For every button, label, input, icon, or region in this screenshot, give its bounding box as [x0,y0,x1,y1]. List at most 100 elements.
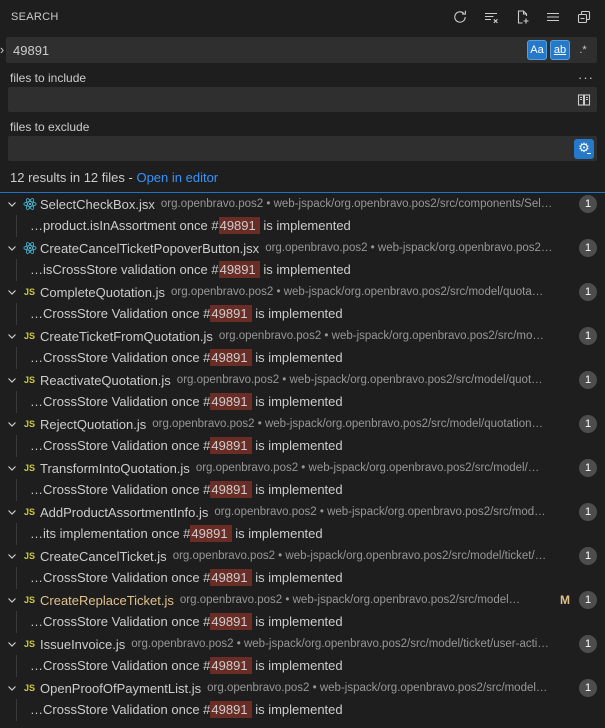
file-row[interactable]: JS TransformIntoQuotation.js org.openbra… [0,457,605,479]
git-decoration: M [560,593,570,607]
match-row[interactable]: …CrossStore Validation once #49891 is im… [0,655,605,677]
indent-guide [16,303,17,325]
search-row: › Aaab.* [0,37,597,63]
chevron-down-icon[interactable] [4,328,20,344]
indent-guide [16,699,17,721]
file-row[interactable]: JS CreateTicketFromQuotation.js org.open… [0,325,605,347]
file-path: org.openbravo.pos2 • web-jspack/org.open… [265,242,570,254]
match-row[interactable]: …its implementation once #49891 is imple… [0,523,605,545]
indent-guide [16,655,17,677]
match-row[interactable]: …CrossStore Validation once #49891 is im… [0,611,605,633]
file-row[interactable]: CreateCancelTicketPopoverButton.jsx org.… [0,237,605,259]
collapse-all-icon[interactable] [573,6,595,28]
match-row[interactable]: …CrossStore Validation once #49891 is im… [0,347,605,369]
files-to-exclude-input[interactable] [8,136,574,161]
file-name: ReactivateQuotation.js [40,373,171,388]
indent-guide [16,523,17,545]
file-row[interactable]: SelectCheckBox.jsx org.openbravo.pos2 • … [0,193,605,215]
file-name: AddProductAssortmentInfo.js [40,505,208,520]
match-row[interactable]: …CrossStore Validation once #49891 is im… [0,699,605,721]
js-file-icon: JS [21,504,38,520]
chevron-down-icon[interactable] [4,504,20,520]
match-after: is implemented [260,218,351,233]
match-row[interactable]: …isCrossStore validation once #49891 is … [0,259,605,281]
match-row[interactable]: …CrossStore Validation once #49891 is im… [0,435,605,457]
chevron-down-icon[interactable] [4,196,20,212]
match-before: …CrossStore Validation once # [30,482,210,497]
whole-word-toggle[interactable]: ab [550,40,570,60]
search-panel-header: SEARCH [0,0,605,34]
result-count-badge: 1 [579,415,597,433]
match-highlight: 49891 [210,481,251,498]
js-file-icon: JS [21,636,38,652]
js-file-icon: JS [21,416,38,432]
match-case-toggle[interactable]: Aa [527,40,547,60]
react-file-icon [21,240,38,256]
view-as-list-icon[interactable] [542,6,564,28]
js-file-icon: JS [21,328,38,344]
match-row[interactable]: …CrossStore Validation once #49891 is im… [0,567,605,589]
use-regex-toggle[interactable]: .* [573,40,593,60]
search-input[interactable] [6,37,524,63]
file-path: org.openbravo.pos2 • web-jspack/org.open… [173,550,570,562]
chevron-down-icon[interactable] [4,372,20,388]
match-row[interactable]: …CrossStore Validation once #49891 is im… [0,479,605,501]
match-after: is implemented [252,658,343,673]
match-after: is implemented [260,262,351,277]
file-path: org.openbravo.pos2 • web-jspack/org.open… [131,638,570,650]
match-row[interactable]: …CrossStore Validation once #49891 is im… [0,303,605,325]
result-count-badge: 1 [579,283,597,301]
file-row[interactable]: JS CreateReplaceTicket.js org.openbravo.… [0,589,605,611]
search-options: Aaab.* [524,40,593,60]
result-count-badge: 1 [579,591,597,609]
indent-guide [16,259,17,281]
match-highlight: 49891 [210,569,251,586]
match-highlight: 49891 [190,525,231,542]
files-to-include-input[interactable] [8,87,574,112]
refresh-icon[interactable] [449,6,471,28]
file-row[interactable]: JS AddProductAssortmentInfo.js org.openb… [0,501,605,523]
chevron-down-icon[interactable] [4,592,20,608]
results-summary: 12 results in 12 files - Open in editor [10,170,595,185]
chevron-down-icon[interactable] [4,416,20,432]
match-before: …CrossStore Validation once # [30,658,210,673]
match-row[interactable]: …CrossStore Validation once #49891 is im… [0,391,605,413]
file-name: RejectQuotation.js [40,417,146,432]
search-box: Aaab.* [6,37,597,63]
match-highlight: 49891 [210,657,251,674]
clear-search-results-icon[interactable] [480,6,502,28]
file-row[interactable]: JS CreateCancelTicket.js org.openbravo.p… [0,545,605,567]
chevron-down-icon[interactable] [4,680,20,696]
file-path: org.openbravo.pos2 • web-jspack/org.open… [171,286,570,298]
match-before: …CrossStore Validation once # [30,306,210,321]
file-row[interactable]: JS OpenProofOfPaymentList.js org.openbra… [0,677,605,699]
exclude-settings-gear-icon[interactable]: ⚙ [574,139,594,159]
match-row[interactable]: …product.isInAssortment once #49891 is i… [0,215,605,237]
match-highlight: 49891 [210,349,251,366]
file-row[interactable]: JS CompleteQuotation.js org.openbravo.po… [0,281,605,303]
chevron-down-icon[interactable] [4,284,20,300]
file-row[interactable]: JS IssueInvoice.js org.openbravo.pos2 • … [0,633,605,655]
new-search-editor-icon[interactable] [511,6,533,28]
toggle-search-details-icon[interactable]: ··· [577,73,595,83]
file-name: CompleteQuotation.js [40,285,165,300]
indent-guide [16,215,17,237]
open-in-editor-link[interactable]: Open in editor [136,170,218,185]
match-highlight: 49891 [219,261,260,278]
chevron-down-icon[interactable] [4,240,20,256]
exclude-minus-badge [585,150,593,158]
match-after: is implemented [252,306,343,321]
js-file-icon: JS [21,680,38,696]
files-to-exclude-label: files to exclude [10,120,89,134]
chevron-down-icon[interactable] [4,548,20,564]
result-count-badge: 1 [579,239,597,257]
file-row[interactable]: JS RejectQuotation.js org.openbravo.pos2… [0,413,605,435]
files-to-include-row: files to include ··· [10,71,595,85]
file-name: TransformIntoQuotation.js [40,461,190,476]
open-editors-icon[interactable] [574,90,594,110]
chevron-down-icon[interactable] [4,460,20,476]
file-name: SelectCheckBox.jsx [40,197,155,212]
file-name: CreateCancelTicket.js [40,549,167,564]
chevron-down-icon[interactable] [4,636,20,652]
file-row[interactable]: JS ReactivateQuotation.js org.openbravo.… [0,369,605,391]
